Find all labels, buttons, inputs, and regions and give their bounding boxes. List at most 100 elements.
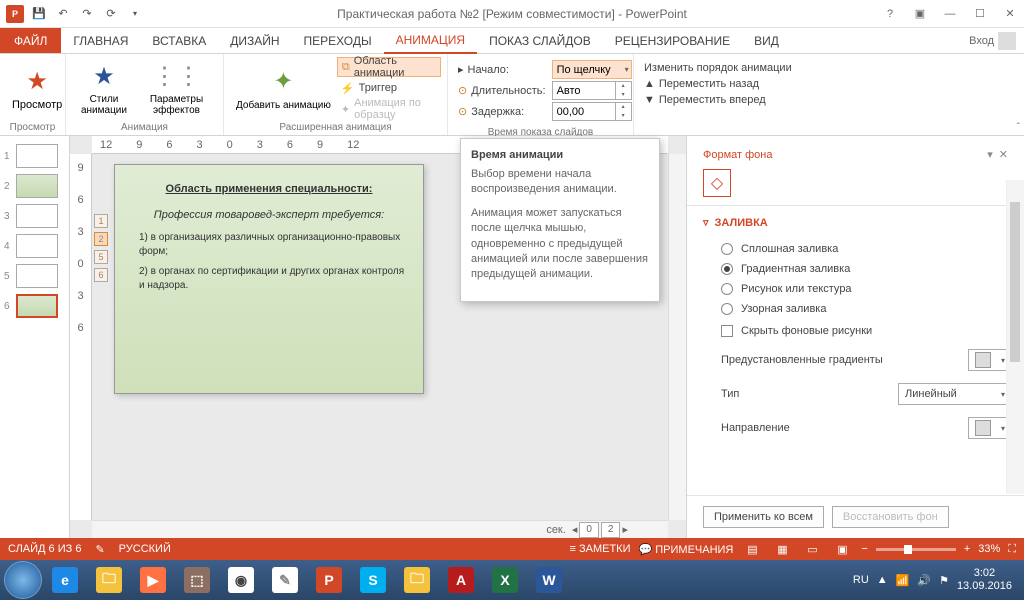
tab-transitions[interactable]: ПЕРЕХОДЫ — [292, 28, 384, 53]
view-slideshow-icon[interactable]: ▣ — [831, 541, 853, 557]
type-dropdown[interactable]: Линейный▾ — [898, 383, 1008, 405]
tab-slideshow[interactable]: ПОКАЗ СЛАЙДОВ — [477, 28, 603, 53]
zoom-in-icon[interactable]: + — [964, 543, 970, 555]
move-forward-button[interactable]: ▼ Переместить вперед — [644, 92, 792, 108]
tray-flag-icon[interactable]: ▲ — [877, 574, 888, 586]
tab-review[interactable]: РЕЦЕНЗИРОВАНИЕ — [603, 28, 742, 53]
thumb-5[interactable]: 5 — [4, 264, 65, 288]
direction-dropdown[interactable]: ▾ — [968, 417, 1008, 439]
undo-icon[interactable]: ↶ — [52, 3, 74, 25]
sign-in[interactable]: Вход — [961, 28, 1024, 53]
anim-tag-2[interactable]: 2 — [94, 232, 108, 246]
pager-0[interactable]: 0 — [579, 522, 599, 538]
thumb-3[interactable]: 3 — [4, 204, 65, 228]
thumb-2[interactable]: 2 — [4, 174, 65, 198]
tb-explorer[interactable]: 🗀 — [88, 564, 130, 596]
maximize-icon[interactable]: ☐ — [966, 2, 994, 26]
redo-icon[interactable]: ↷ — [76, 3, 98, 25]
tray-clock[interactable]: 3:0213.09.2016 — [957, 567, 1012, 593]
tb-ie[interactable]: e — [44, 564, 86, 596]
move-back-button[interactable]: ▲ Переместить назад — [644, 76, 792, 92]
repeat-icon[interactable]: ⟳ — [100, 3, 122, 25]
thumb-1[interactable]: 1 — [4, 144, 65, 168]
tab-home[interactable]: ГЛАВНАЯ — [61, 28, 140, 53]
anim-tag-6[interactable]: 6 — [94, 268, 108, 282]
tb-chrome[interactable]: ◉ — [220, 564, 262, 596]
pager-prev-icon[interactable]: ◂ — [572, 523, 578, 536]
trigger-button[interactable]: ⚡Триггер — [337, 78, 441, 98]
view-sorter-icon[interactable]: ▦ — [771, 541, 793, 557]
fit-window-icon[interactable]: ⛶ — [1008, 543, 1016, 556]
tb-skype[interactable]: S — [352, 564, 394, 596]
tb-powerpoint[interactable]: P — [308, 564, 350, 596]
minimize-icon[interactable]: — — [936, 2, 964, 26]
start-button[interactable] — [4, 561, 42, 599]
preset-dropdown[interactable]: ▾ — [968, 349, 1008, 371]
view-normal-icon[interactable]: ▤ — [741, 541, 763, 557]
add-animation-button[interactable]: ✦Добавить анимацию — [230, 56, 337, 120]
preview-button[interactable]: ★Просмотр — [6, 56, 68, 120]
scrollbar-vertical[interactable] — [668, 154, 686, 520]
app-icon[interactable]: P — [4, 3, 26, 25]
pager-1[interactable]: 2 — [601, 522, 621, 538]
spinner-icon[interactable]: ▴▾ — [615, 82, 631, 99]
scrollbar-horizontal[interactable]: сек. ◂ 0 2 ▸ — [92, 520, 668, 538]
radio-solid-fill[interactable]: Сплошная заливка — [721, 239, 990, 259]
tb-folder[interactable]: 🗀 — [396, 564, 438, 596]
tb-excel[interactable]: X — [484, 564, 526, 596]
qat-dropdown-icon[interactable]: ▾ — [124, 3, 146, 25]
radio-gradient-fill[interactable]: Градиентная заливка — [721, 259, 990, 279]
pane-scrollbar[interactable] — [1006, 180, 1024, 494]
animation-pane-button[interactable]: ⧉Область анимации — [337, 57, 441, 77]
tab-animation[interactable]: АНИМАЦИЯ — [384, 28, 477, 54]
tb-media[interactable]: ▶ — [132, 564, 174, 596]
collapse-ribbon-icon[interactable]: ˆ — [1017, 122, 1020, 133]
tray-volume-icon[interactable]: 🔊 — [917, 574, 931, 587]
hide-bg-checkbox[interactable]: Скрыть фоновые рисунки — [721, 319, 990, 343]
zoom-out-icon[interactable]: − — [861, 543, 867, 555]
close-icon[interactable]: ✕ — [996, 2, 1024, 26]
tb-acrobat[interactable]: A — [440, 564, 482, 596]
spinner-icon[interactable]: ▴▾ — [615, 103, 631, 120]
tb-app2[interactable]: ✎ — [264, 564, 306, 596]
anim-tag-5[interactable]: 5 — [94, 250, 108, 264]
save-icon[interactable]: 💾 — [28, 3, 50, 25]
radio-pattern-fill[interactable]: Узорная заливка — [721, 299, 990, 319]
tab-design[interactable]: ДИЗАЙН — [218, 28, 291, 53]
comments-button[interactable]: 💬 ПРИМЕЧАНИЯ — [639, 543, 734, 556]
pane-close-icon[interactable]: ✕ — [999, 148, 1008, 161]
tab-insert[interactable]: ВСТАВКА — [140, 28, 218, 53]
tray-lang[interactable]: RU — [853, 574, 869, 586]
effect-options-button[interactable]: ⋮⋮Параметры эффектов — [136, 56, 217, 120]
pane-dropdown-icon[interactable]: ▾ — [987, 148, 993, 161]
fill-bucket-icon[interactable]: ◇ — [703, 169, 731, 197]
anim-styles-button[interactable]: ★Стили анимации — [72, 56, 136, 120]
radio-picture-fill[interactable]: Рисунок или текстура — [721, 279, 990, 299]
thumb-4[interactable]: 4 — [4, 234, 65, 258]
zoom-level[interactable]: 33% — [978, 543, 1000, 555]
tb-app1[interactable]: ⬚ — [176, 564, 218, 596]
delay-label: ⊙ Задержка: — [458, 102, 546, 121]
apply-all-button[interactable]: Применить ко всем — [703, 506, 824, 528]
zoom-slider[interactable] — [876, 548, 956, 551]
anim-tag-1[interactable]: 1 — [94, 214, 108, 228]
fill-section-header[interactable]: ▿ ЗАЛИВКА — [687, 206, 1024, 239]
language-status[interactable]: РУССКИЙ — [119, 543, 171, 555]
tb-word[interactable]: W — [528, 564, 570, 596]
delay-input[interactable]: 00,00▴▾ — [552, 102, 632, 121]
pager-next-icon[interactable]: ▸ — [622, 523, 628, 536]
help-icon[interactable]: ? — [876, 2, 904, 26]
slide-content[interactable]: Область применения специальности: Профес… — [114, 164, 424, 394]
tab-file[interactable]: ФАЙЛ — [0, 28, 61, 53]
ribbon-options-icon[interactable]: ▣ — [906, 2, 934, 26]
tray-action-icon[interactable]: ⚑ — [939, 574, 949, 587]
view-reading-icon[interactable]: ▭ — [801, 541, 823, 557]
spelling-icon[interactable]: ✎ — [95, 543, 104, 556]
start-dropdown[interactable]: По щелчку▾ — [552, 60, 632, 79]
duration-input[interactable]: Авто▴▾ — [552, 81, 632, 100]
thumb-6[interactable]: 6 — [4, 294, 65, 318]
tray-network-icon[interactable]: 📶 — [896, 574, 910, 587]
slide-counter[interactable]: СЛАЙД 6 ИЗ 6 — [8, 543, 81, 555]
tab-view[interactable]: ВИД — [742, 28, 791, 53]
notes-button[interactable]: ≡ ЗАМЕТКИ — [570, 543, 631, 555]
